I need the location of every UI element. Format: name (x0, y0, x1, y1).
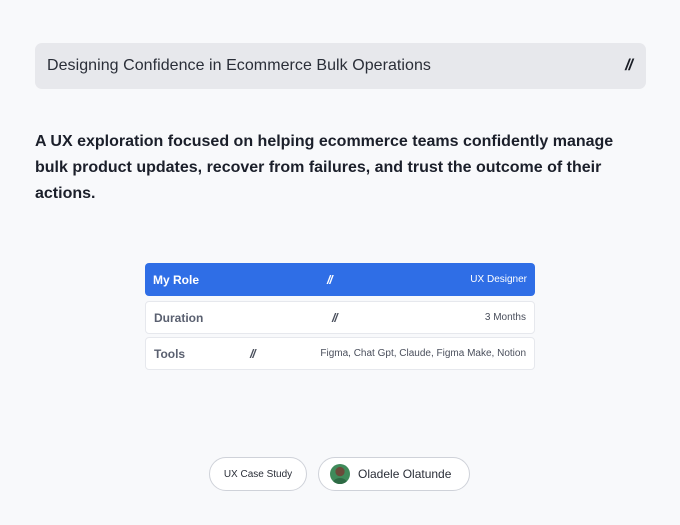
meta-row-role: My Role // UX Designer (145, 263, 535, 296)
meta-label-duration: Duration (154, 310, 204, 325)
case-study-tag[interactable]: UX Case Study (209, 457, 307, 491)
meta-value-role: UX Designer (470, 274, 527, 285)
author-chip[interactable]: Oladele Olatunde (318, 457, 470, 491)
meta-label-tools: Tools (154, 346, 186, 361)
case-study-cover: Designing Confidence in Ecommerce Bulk O… (0, 0, 680, 525)
meta-separator: // (250, 346, 256, 361)
meta-separator: // (332, 310, 338, 325)
meta-value-tools: Figma, Chat Gpt, Claude, Figma Make, Not… (320, 348, 526, 359)
page-title: Designing Confidence in Ecommerce Bulk O… (47, 57, 431, 74)
intro-text: A UX exploration focused on helping ecom… (35, 133, 614, 202)
meta-row-tools: Tools // Figma, Chat Gpt, Claude, Figma … (145, 337, 535, 370)
author-name: Oladele Olatunde (358, 467, 452, 481)
case-study-tag-label: UX Case Study (223, 468, 293, 480)
meta-value-duration: 3 Months (484, 312, 526, 323)
meta-row-duration: Duration // 3 Months (145, 301, 535, 334)
meta-separator: // (327, 272, 333, 287)
title-bar: Designing Confidence in Ecommerce Bulk O… (35, 43, 646, 89)
meta-label-role: My Role (153, 272, 200, 287)
avatar (330, 464, 350, 484)
title-separator: // (625, 57, 633, 74)
